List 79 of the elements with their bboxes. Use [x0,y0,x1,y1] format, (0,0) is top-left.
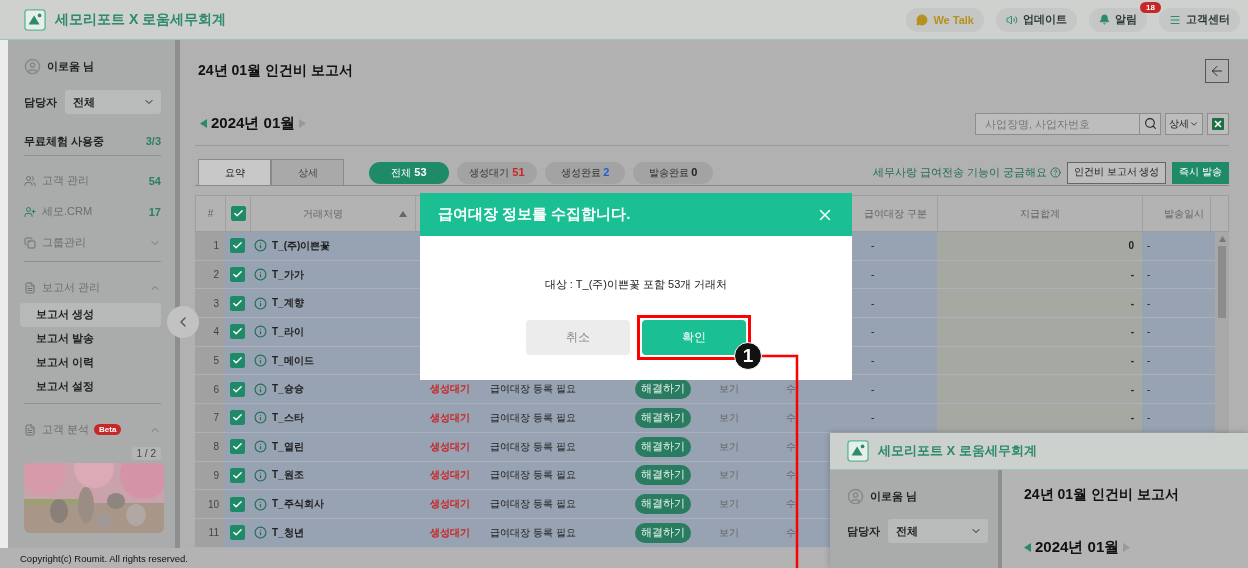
filter-count: 53 [414,165,427,178]
table-cell: - [1147,297,1151,309]
table-cell: - [1147,269,1151,281]
dialog-title: 급여대장 정보를 수집합니다. [438,205,631,224]
client-name: T_열린 [272,439,304,454]
table-cell: - [937,289,1142,318]
table-cell: - [1147,355,1151,367]
client-name: T_(주)이쁜꽃 [272,238,331,253]
menu-count: 17 [148,205,161,218]
app-title: 세모리포트 X 로움세무회계 [55,10,227,29]
row-number: 3 [195,289,225,318]
status-text: 생성대기 [430,468,470,483]
table-cell: - [1147,412,1151,424]
menu-count: 54 [148,174,161,187]
client-name: T_스타 [272,410,304,425]
column-header: 지급합계 [938,196,1143,231]
filter-count: 2 [603,165,610,178]
status-text: 생성대기 [430,525,470,540]
client-name: T_계향 [272,296,304,311]
pager: 1 / 2 [131,447,161,460]
table-cell: - [937,346,1142,375]
table-cell: - [937,404,1142,432]
manager-label: 담당자 [24,94,57,110]
status-text: 생성대기 [430,439,470,454]
column-header: 발송일시 [1143,196,1211,231]
reason-text: 급여대장 등록 필요 [490,497,576,512]
row-number: 8 [195,432,225,461]
table-cell: - [871,240,875,252]
row-number: 10 [195,490,225,518]
reason-text: 급여대장 등록 필요 [490,439,576,454]
table-cell: - [871,326,875,338]
reason-text: 급여대장 등록 필요 [490,468,576,483]
row-number: 11 [195,518,225,547]
status-text: 생성대기 [430,382,470,397]
row-number: 5 [195,346,225,375]
client-name: T_주식회사 [272,497,324,512]
row-number: 6 [195,375,225,404]
table-cell: - [871,355,875,367]
user-name: 이로움 님 [47,58,95,74]
table-cell: - [937,260,1142,289]
page-title: 24년 01월 인건비 보고서 [198,62,353,80]
row-number: 9 [195,461,225,490]
row-number: 7 [195,404,225,432]
dialog-message: 대상 : T_(주)이쁜꽃 포함 53개 거래처 [543,277,729,292]
beta-badge: Beta [94,424,122,435]
row-number: 1 [195,232,225,260]
app-title: 세모리포트 X 로움세무회계 [878,442,1037,460]
client-name: T_가가 [272,267,304,282]
reason-text: 급여대장 등록 필요 [490,525,576,540]
reason-text: 급여대장 등록 필요 [490,410,576,425]
manager-label: 담당자 [847,523,880,539]
table-cell: - [871,412,875,424]
month-label: 2024년 01월 [211,114,296,133]
table-cell: - [871,383,875,395]
client-name: T_원조 [272,468,304,483]
table-cell: - [937,375,1142,404]
trial-label: 무료체험 사용중 [24,133,105,149]
column-header: # [196,196,226,231]
row-number: 4 [195,318,225,346]
table-cell: - [1147,326,1151,338]
filter-count: 0 [691,165,698,178]
client-name: T_슝슝 [272,382,304,397]
status-text: 생성대기 [430,410,470,425]
client-name: T_라이 [272,324,304,339]
table-cell: 0 [937,232,1142,260]
table-cell: - [937,318,1142,346]
table-cell: - [1147,240,1151,252]
row-number: 2 [195,260,225,289]
trial-count: 3/3 [145,135,161,147]
filter-count: 51 [512,165,525,178]
reason-text: 급여대장 등록 필요 [490,382,576,397]
user-name: 이로움 님 [870,489,918,504]
status-text: 생성대기 [430,497,470,512]
client-name: T_청년 [272,525,304,540]
client-name: T_메이드 [272,353,314,368]
table-cell: - [871,297,875,309]
table-cell: - [1147,383,1151,395]
notification-badge: 18 [1140,1,1161,13]
table-cell: - [871,269,875,281]
